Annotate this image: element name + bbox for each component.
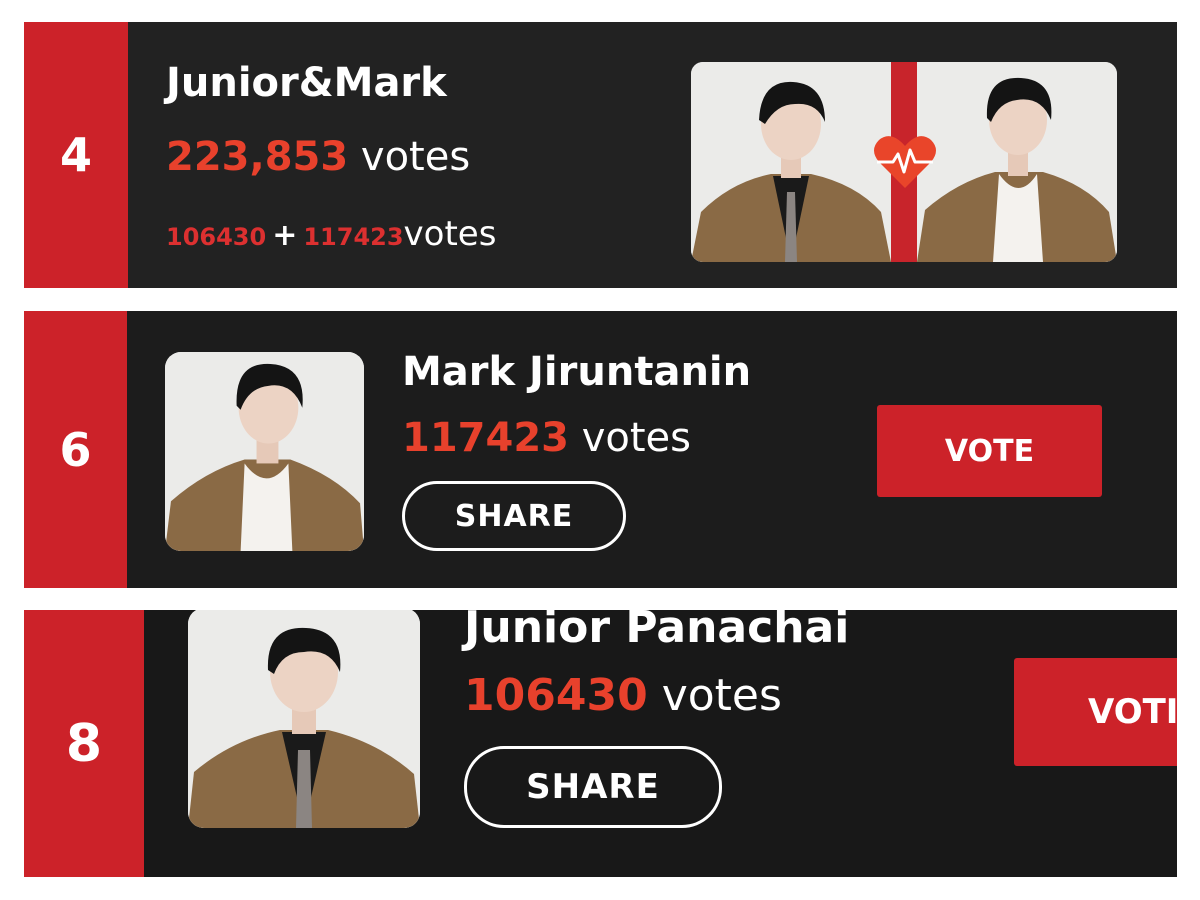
contestant-photo	[188, 610, 420, 828]
votes-label: votes	[403, 214, 497, 254]
contestant-name: Junior&Mark	[166, 60, 447, 106]
vote-breakdown: 106430 +117423votes	[166, 214, 496, 254]
ranking-card-4: 4 Junior&Mark 223,853 votes 106430 +11742…	[24, 22, 1177, 288]
contestant-name: Junior Panachai	[464, 610, 850, 653]
vote-number: 223,853	[166, 134, 349, 180]
vote-number: 117423	[402, 415, 569, 461]
vote-number: 106430	[464, 670, 648, 721]
vote-count: 106430 votes	[464, 670, 782, 721]
plus-sign: +	[272, 218, 298, 253]
portrait-photo-right	[917, 62, 1117, 262]
rank-badge: 8	[24, 610, 144, 877]
contestant-photo	[165, 352, 364, 551]
contestant-name: Mark Jiruntanin	[402, 349, 752, 395]
rank-badge: 6	[24, 311, 127, 588]
vote-breakdown-a: 106430	[166, 223, 267, 251]
vote-count: 223,853 votes	[166, 134, 470, 180]
share-button[interactable]: SHARE	[402, 481, 626, 551]
rank-badge: 4	[24, 22, 128, 288]
vote-breakdown-b: 117423	[303, 223, 404, 251]
pair-photo	[691, 62, 1117, 262]
heart-pulse-icon	[874, 136, 936, 188]
vote-button[interactable]: VOTI	[1014, 658, 1177, 766]
vote-count: 117423 votes	[402, 415, 691, 461]
ranking-card-6: 6 Mark Jiruntanin 117423 votes SHARE VOT…	[24, 311, 1177, 588]
portrait-photo	[188, 610, 420, 828]
votes-label: votes	[661, 670, 782, 721]
portrait-photo	[165, 352, 364, 551]
portrait-photo-left	[691, 62, 891, 262]
votes-label: votes	[360, 134, 471, 180]
share-button[interactable]: SHARE	[464, 746, 722, 828]
votes-label: votes	[581, 415, 691, 461]
vote-button[interactable]: VOTE	[877, 405, 1102, 497]
ranking-card-8: 8 Junior Panachai 106430 votes SHARE VOT…	[24, 610, 1177, 877]
